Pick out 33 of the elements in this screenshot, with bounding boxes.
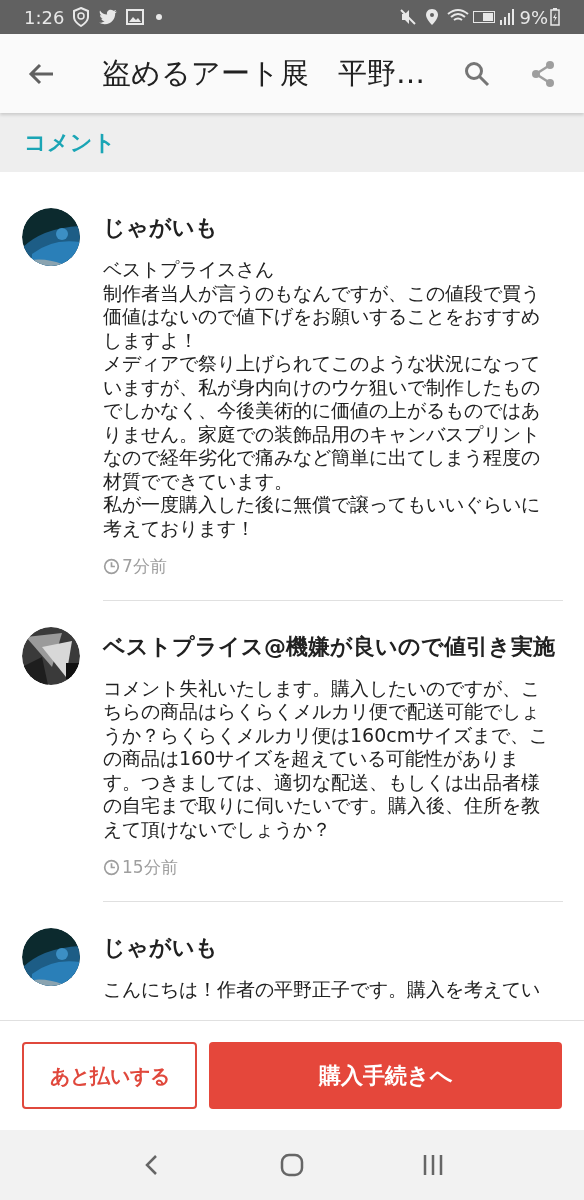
back-arrow-icon <box>28 62 54 85</box>
comment-text: ベストプライスさん <box>103 258 275 282</box>
pay-later-button[interactable]: あと払いする <box>22 1042 197 1109</box>
comment-text: 制作者当人が言うのもなんですが、この値段で買う価値はないので値下げをお願いすることをおすすめしますよ！ <box>103 281 541 352</box>
comment-time: 15分前 <box>122 856 178 879</box>
chevron-left-icon <box>143 1154 158 1176</box>
recent-apps-icon <box>422 1154 445 1176</box>
home-icon <box>280 1153 304 1177</box>
page-title: 盗めるアート展 平野… <box>102 54 425 92</box>
clock-icon <box>103 558 120 576</box>
battery-icon <box>550 8 560 26</box>
comment-text: こんにちは！作者の平野正子です。購入を考えてい <box>103 977 541 1001</box>
signal-icon <box>499 9 516 25</box>
location-icon <box>425 8 440 26</box>
comment-text: メディアで祭り上げられてこのような状況になっていますが、私が身内向けのウケ狙いで制作したものでしかなく、今後美術的に価値の上がるものではありません。家庭での装飾品用のキャンバスプリントなので経年劣化で痛みなど簡単に出てしまう程度の材質でできています。 <box>103 352 541 493</box>
status-time: 1:26 <box>24 5 65 30</box>
checkout-button[interactable]: 購入手続きへ <box>209 1042 562 1109</box>
share-icon <box>531 60 555 87</box>
search-icon <box>464 60 490 87</box>
battery-percent: 9% <box>519 5 548 30</box>
section-title: コメント <box>24 129 116 157</box>
bird-icon <box>98 9 119 25</box>
comment-text: コメント失礼いたします。購入したいのですが、こちらの商品はらくらくメルカリ便で配送可能でしょうか？らくらくメルカリ便は160cmサイズまで、この商品は160サイズを超えている可能性があります。つきましては、適切な配送、もしくは出品者様の自宅まで取りに伺いたいです。購入後、住所を教えて頂けないでしょうか？ <box>103 676 550 841</box>
mute-icon <box>399 8 418 26</box>
shield-icon <box>72 7 91 27</box>
comment-author: じゃがいも <box>103 933 219 962</box>
comment-author: じゃがいも <box>103 214 219 242</box>
clock-icon <box>103 859 120 877</box>
image-icon <box>126 9 145 25</box>
comment-author: ベストプライス@機嫌が良いので値引き実施 <box>103 632 553 661</box>
dot-icon <box>156 14 163 20</box>
comment-text: 私が一度購入した後に無償で譲ってもいいぐらいに考えております！ <box>103 493 541 540</box>
comment-time: 7分前 <box>122 555 167 578</box>
